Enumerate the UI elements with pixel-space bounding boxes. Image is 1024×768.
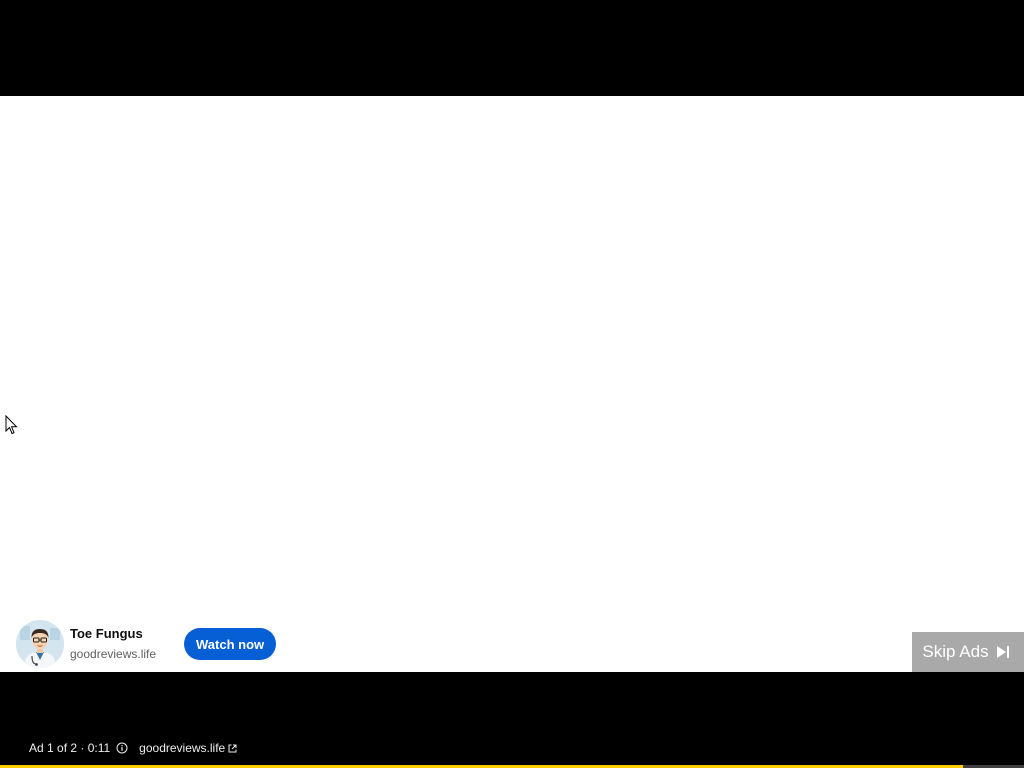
ad-counter: Ad 1 of 2 · 0:11 xyxy=(29,741,111,755)
mouse-cursor-icon xyxy=(5,415,18,435)
info-icon[interactable] xyxy=(116,742,128,754)
skip-ads-button[interactable]: Skip Ads xyxy=(912,632,1024,672)
external-link-icon xyxy=(228,744,237,752)
skip-ads-label: Skip Ads xyxy=(922,642,989,661)
advertiser-link[interactable]: goodreviews.life xyxy=(139,741,237,755)
ad-card[interactable]: Toe Fungus goodreviews.life Watch now xyxy=(8,616,286,672)
ad-info-bar: Ad 1 of 2 · 0:11 goodreviews.life xyxy=(29,740,237,756)
skip-next-icon xyxy=(996,646,1009,658)
doctor-avatar-icon[interactable] xyxy=(16,620,64,668)
video-frame[interactable] xyxy=(0,96,1024,672)
ad-text[interactable]: Toe Fungus goodreviews.life xyxy=(70,625,178,663)
ad-domain[interactable]: goodreviews.life xyxy=(70,645,178,663)
letterbox-top xyxy=(0,0,1024,96)
advertiser-link-label: goodreviews.life xyxy=(139,741,226,755)
video-player[interactable]: Toe Fungus goodreviews.life Watch now Sk… xyxy=(0,0,1024,768)
watch-now-button[interactable]: Watch now xyxy=(184,628,277,660)
ad-title[interactable]: Toe Fungus xyxy=(70,625,178,643)
